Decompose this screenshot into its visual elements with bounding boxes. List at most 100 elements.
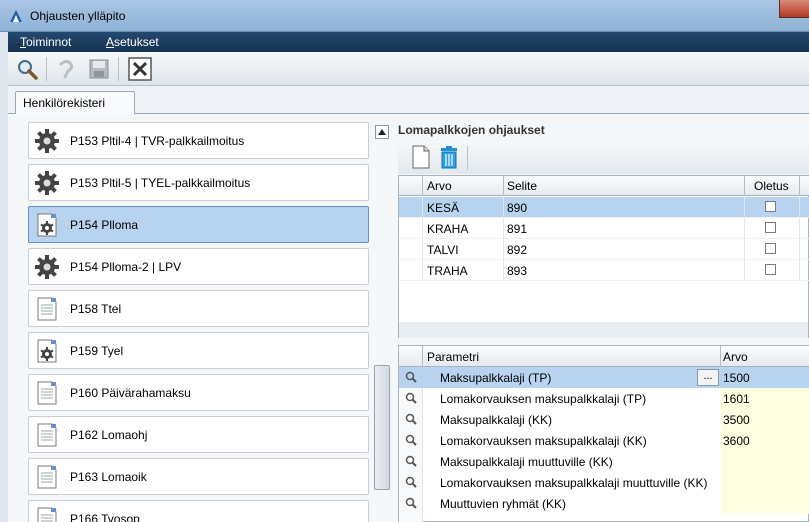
table-row[interactable]: Lomakorvauksen maksupalkkalaji (KK) 3600: [399, 430, 809, 451]
lookup-icon[interactable]: [405, 371, 417, 383]
lookup-icon[interactable]: [405, 476, 417, 488]
list-item[interactable]: P154 Plloma-2 | LPV: [28, 248, 369, 285]
column-divider: [422, 218, 423, 239]
scroll-up-button[interactable]: [375, 125, 389, 139]
lookup-icon[interactable]: [405, 413, 417, 425]
delete-button[interactable]: [436, 144, 462, 170]
search-button[interactable]: [14, 56, 40, 82]
list-item[interactable]: P162 Lomaohj: [28, 416, 369, 453]
column-header-oletus[interactable]: Oletus: [754, 179, 789, 193]
cell-parametri: Maksupalkkalaji (KK): [440, 413, 553, 427]
cell-arvo: 1601: [723, 392, 750, 406]
oletus-checkbox[interactable]: [765, 201, 776, 212]
table-row[interactable]: KESÄ 890: [399, 197, 809, 218]
cell-arvo: KESÄ: [427, 201, 460, 215]
table-row[interactable]: Maksupalkkalaji (TP)... 1500: [399, 367, 809, 388]
window-close-button[interactable]: [779, 0, 809, 18]
tab-strip: Henkilörekisteri: [8, 86, 809, 115]
cell-parametri: Lomakorvauksen maksupalkkalaji (KK): [440, 434, 647, 448]
list-item[interactable]: P166 Tyosop: [28, 500, 369, 522]
scroll-thumb[interactable]: [374, 365, 390, 490]
lookup-icon[interactable]: [405, 455, 417, 467]
window-title: Ohjausten ylläpito: [30, 9, 126, 23]
menu-label: setukset: [114, 35, 159, 49]
table-row[interactable]: TALVI 892: [399, 239, 809, 260]
app-logo-icon: [10, 10, 22, 22]
parameter-value-field[interactable]: [721, 493, 809, 514]
document-icon: [35, 381, 59, 405]
column-header-parametri[interactable]: Parametri: [427, 350, 479, 364]
cell-parametri: Maksupalkkalaji (TP): [440, 371, 552, 385]
column-header-selite[interactable]: Selite: [507, 179, 537, 193]
menu-toiminnot[interactable]: Toiminnot: [20, 35, 71, 49]
column-divider: [799, 260, 800, 281]
cell-arvo: KRAHA: [427, 222, 469, 236]
menu-asetukset[interactable]: Asetukset: [106, 35, 159, 49]
parameter-value-field[interactable]: 1601: [721, 388, 809, 409]
close-button[interactable]: [127, 56, 153, 82]
gear-icon: [35, 171, 59, 195]
oletus-checkbox[interactable]: [765, 243, 776, 254]
parameter-grid: Parametri Arvo Maksupalkkalaji (TP)... 15…: [398, 345, 809, 522]
document-gear-icon: [35, 339, 59, 363]
table-row[interactable]: KRAHA 891: [399, 218, 809, 239]
table-row[interactable]: Maksupalkkalaji (KK) 3500: [399, 409, 809, 430]
new-document-icon: [412, 145, 430, 169]
lookup-icon[interactable]: [405, 434, 417, 446]
cell-parametri: Muuttuvien ryhmät (KK): [440, 497, 567, 511]
gear-icon: [35, 255, 59, 279]
list-item[interactable]: P159 Tyel: [28, 332, 369, 369]
menu-accel: A: [106, 35, 115, 49]
column-divider: [503, 218, 504, 239]
oletus-checkbox[interactable]: [765, 222, 776, 233]
new-button[interactable]: [408, 144, 434, 170]
menu-bar: Toiminnot Asetukset: [8, 32, 809, 52]
table-row[interactable]: TRAHA 893: [399, 260, 809, 281]
list-item-label: P153 Pltil-5 | TYEL-palkkailmoitus: [70, 176, 251, 190]
panel-title: Lomapalkkojen ohjaukset: [398, 123, 545, 137]
column-divider: [744, 239, 745, 260]
parameter-value-field[interactable]: [721, 472, 809, 493]
lookup-icon[interactable]: [405, 392, 417, 404]
save-button[interactable]: [86, 56, 112, 82]
tab-henkilorekisteri[interactable]: Henkilörekisteri: [15, 91, 135, 115]
list-item-label: P154 Plloma: [70, 218, 139, 232]
column-divider: [744, 218, 745, 239]
table-row[interactable]: Maksupalkkalaji muuttuville (KK): [399, 451, 809, 472]
arrow-up-icon: [378, 129, 386, 135]
grid-footer: [399, 322, 808, 338]
list-item[interactable]: P163 Lomaoik: [28, 458, 369, 495]
cell-selite: 892: [507, 243, 528, 257]
parameter-value-field[interactable]: 1500: [721, 367, 809, 388]
column-header-arvo[interactable]: Arvo: [427, 179, 452, 193]
cell-parametri: Lomakorvauksen maksupalkkalaji muuttuvil…: [440, 476, 708, 490]
browse-button[interactable]: ...: [697, 369, 719, 386]
list-scrollbar[interactable]: [372, 122, 392, 522]
table-row[interactable]: Lomakorvauksen maksupalkkalaji (TP) 1601: [399, 388, 809, 409]
list-item[interactable]: P153 Pltil-5 | TYEL-palkkailmoitus: [28, 164, 369, 201]
parameter-value-field[interactable]: 3600: [721, 430, 809, 451]
list-item[interactable]: P153 Pltil-4 | TVR-palkkailmoitus: [28, 122, 369, 159]
list-item-label: P163 Lomaoik: [70, 470, 147, 484]
list-item[interactable]: P158 Ttel: [28, 290, 369, 327]
column-divider: [744, 176, 745, 196]
parameter-value-field[interactable]: 3500: [721, 409, 809, 430]
list-item[interactable]: P160 Päivärahamaksu: [28, 374, 369, 411]
cell-selite: 891: [507, 222, 528, 236]
toolbar-separator: [467, 146, 468, 170]
table-row[interactable]: Muuttuvien ryhmät (KK): [399, 493, 809, 514]
list-item[interactable]: P154 Plloma: [28, 206, 369, 243]
column-header-arvo[interactable]: Arvo: [723, 350, 748, 364]
lookup-icon[interactable]: [405, 497, 417, 509]
cell-arvo: 3500: [723, 413, 750, 427]
column-divider: [744, 197, 745, 218]
table-row[interactable]: Lomakorvauksen maksupalkkalaji muuttuvil…: [399, 472, 809, 493]
list-item-label: P159 Tyel: [70, 344, 124, 358]
cell-arvo: TRAHA: [427, 264, 468, 278]
list-item-label: P162 Lomaohj: [70, 428, 148, 442]
column-divider: [422, 197, 423, 218]
parameter-value-field[interactable]: [721, 451, 809, 472]
list-item-label: P166 Tyosop: [70, 512, 140, 522]
oletus-checkbox[interactable]: [765, 264, 776, 275]
undo-button[interactable]: [53, 56, 79, 82]
